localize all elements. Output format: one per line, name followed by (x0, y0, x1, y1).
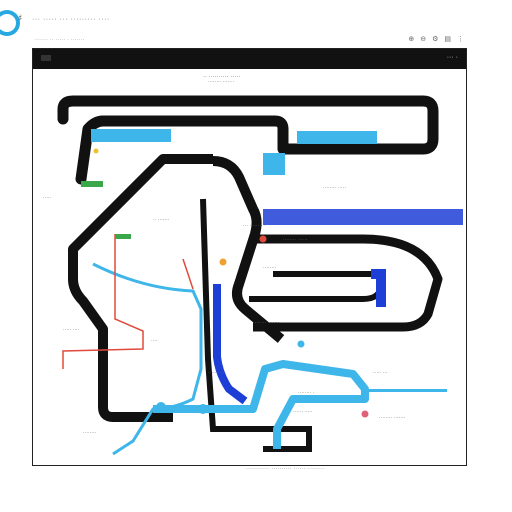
map-label: ········ · (298, 390, 315, 396)
app-logo-icon[interactable] (0, 10, 20, 36)
cyan-platform-right[interactable] (297, 131, 377, 144)
station-orange[interactable] (219, 258, 227, 266)
map-label: ········ ······ (283, 237, 308, 243)
station-red[interactable] (259, 235, 267, 243)
cyan-platform-top[interactable] (91, 129, 171, 142)
line-blue-right[interactable] (371, 269, 386, 307)
green-terminal-left[interactable] (115, 234, 131, 239)
map-label: ········ ······· (208, 79, 235, 85)
more-icon[interactable]: ⋮ (457, 35, 464, 43)
map-label: ········ ······· (253, 320, 280, 326)
line-cyan-main[interactable] (92, 262, 203, 456)
green-terminal-top[interactable] (81, 181, 103, 187)
map-label: ·· ······· (153, 217, 170, 223)
transit-map[interactable]: ········ ······· ········ ····· ·· ·····… (33, 69, 466, 465)
line-black-right-inner[interactable] (249, 271, 384, 302)
app-subtitle: ······· ·· ····· · ······· (34, 37, 85, 43)
toolbar: ⊕ ⊖ ⚙ ▤ ⋮ (408, 35, 464, 43)
map-label: ········ (83, 430, 97, 436)
line-black-inner[interactable] (212, 156, 285, 343)
menu-icon[interactable]: ♯ (18, 14, 22, 24)
station-blue[interactable] (296, 339, 306, 349)
map-label: ········ ······· (379, 415, 406, 421)
blue-gradient-bar[interactable] (263, 209, 463, 225)
map-header-label: ··· · (446, 54, 458, 61)
map-label: ···· (151, 338, 158, 344)
line-black-right-loop[interactable] (253, 234, 443, 332)
station-yellow[interactable] (93, 148, 99, 154)
app-title: ··· ····· ··· ········· ···· (32, 16, 110, 23)
map-label: ··· ········ · (243, 223, 266, 229)
map-label: ······ ····· (293, 409, 313, 415)
zoom-out-icon[interactable]: ⊖ (420, 35, 426, 43)
station-cyan-left[interactable] (156, 402, 166, 412)
line-red-short[interactable] (182, 258, 194, 290)
station-pink[interactable] (361, 410, 369, 418)
map-label: ······ ··· (208, 370, 225, 376)
map-label: ········ ····· (323, 185, 346, 191)
map-footer: ············ ·········· ······ ········· (246, 466, 325, 472)
map-header-badge (41, 55, 51, 61)
cyan-line-right-edge[interactable] (367, 389, 447, 392)
line-cyan-lower[interactable] (153, 360, 369, 449)
zoom-in-icon[interactable]: ⊕ (408, 35, 414, 43)
map-frame: ··· · ·· ·········· ····· ········ ·····… (32, 48, 467, 466)
map-label: ····· ··· (373, 370, 388, 376)
map-label: ····· ···· (63, 327, 80, 333)
station-cyan-mid[interactable] (198, 404, 208, 414)
cyan-block-center[interactable] (263, 153, 285, 175)
map-header: ··· · (33, 49, 466, 69)
map-label: ····· (43, 195, 52, 201)
top-bar: ♯ ··· ····· ··· ········· ···· ······· ·… (0, 0, 512, 43)
settings-icon[interactable]: ⚙ (432, 35, 438, 43)
layers-icon[interactable]: ▤ (444, 35, 451, 43)
map-label: ········ (263, 265, 277, 271)
